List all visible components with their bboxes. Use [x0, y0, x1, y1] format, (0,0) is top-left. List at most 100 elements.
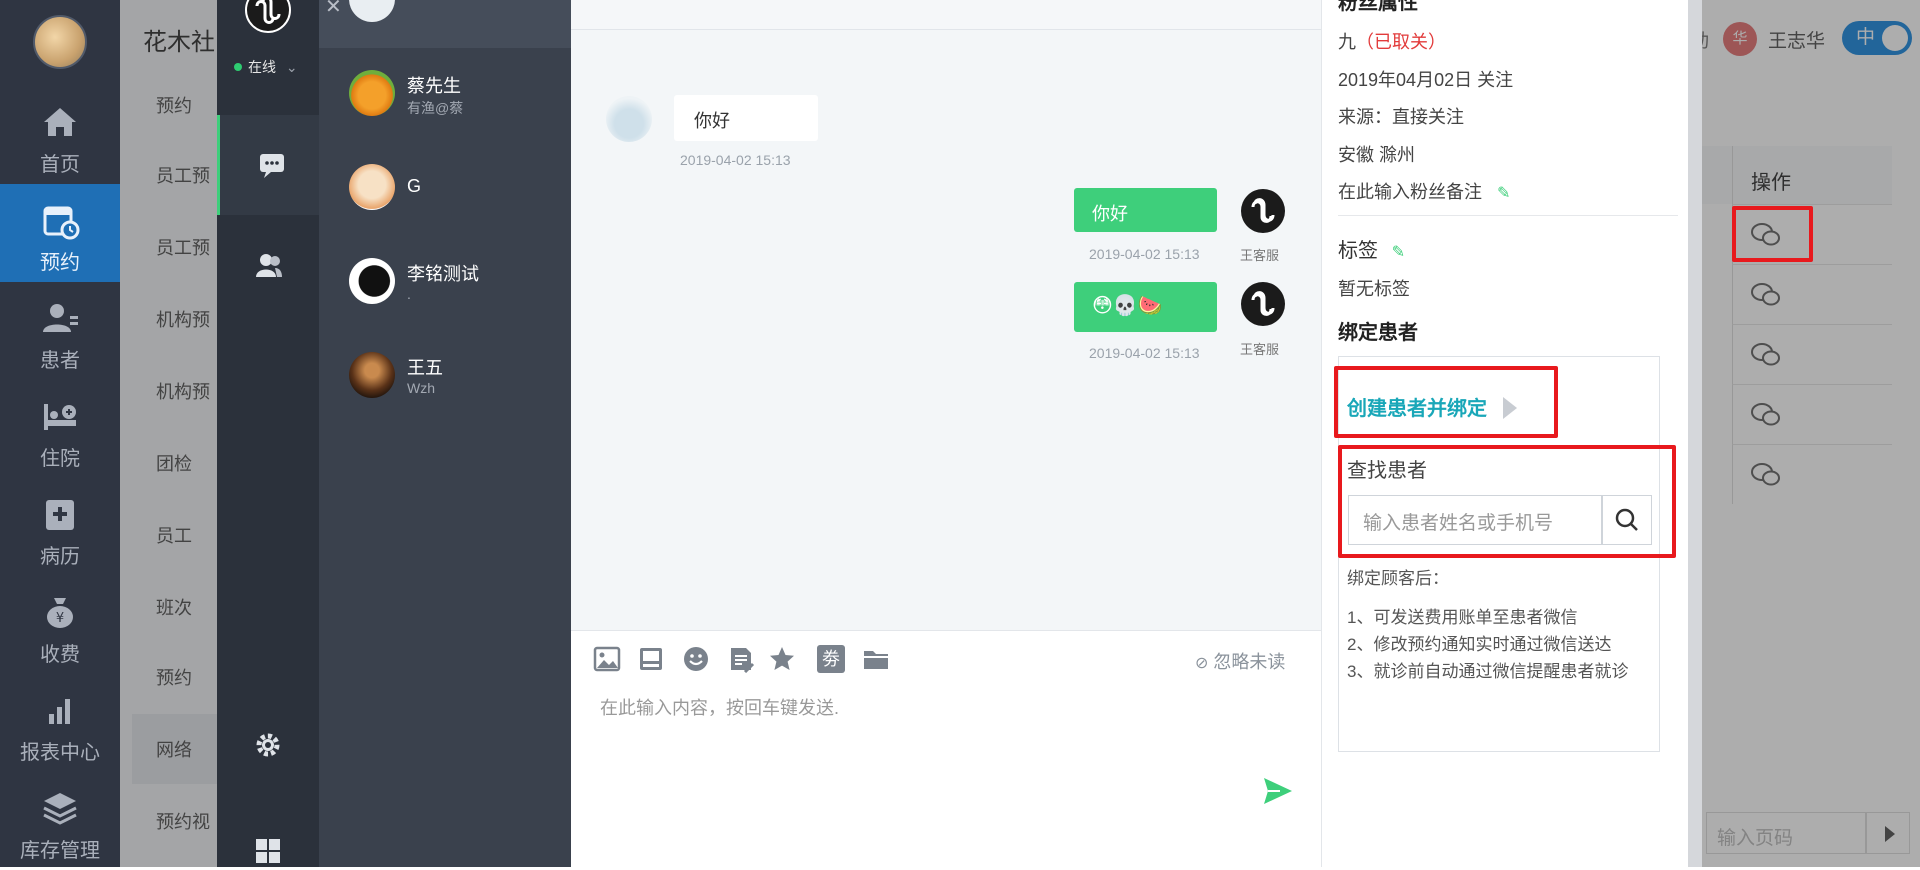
online-status[interactable]: 在线 ⌄ — [234, 57, 298, 77]
agent-name: 王客服 — [1240, 248, 1280, 263]
customer-avatar — [606, 96, 652, 142]
user-avatar[interactable] — [33, 15, 87, 69]
patient-icon — [43, 304, 78, 332]
contact-item[interactable]: 王五 Wzh — [319, 330, 571, 424]
chat-bubble-icon — [260, 154, 284, 178]
contacts-icon — [256, 254, 282, 277]
contact-name: 九 — [407, 0, 425, 4]
coupon-icon[interactable]: 劵 — [817, 645, 845, 673]
contact-item[interactable]: G — [319, 142, 571, 236]
send-icon[interactable] — [1262, 776, 1294, 806]
nav-item-appointment[interactable]: 预约 — [0, 184, 120, 282]
tags-row: 标签 ✎ — [1338, 234, 1405, 263]
svg-text:¥: ¥ — [56, 611, 64, 626]
gear-icon[interactable] — [254, 731, 282, 759]
emoji-icon[interactable] — [682, 645, 710, 673]
remark-input[interactable]: 在此输入粉丝备注 ✎ — [1338, 178, 1510, 204]
calendar-icon — [43, 206, 80, 240]
fan-name: 九 — [1338, 32, 1356, 52]
agent-avatar — [1241, 189, 1285, 233]
contact-name: 蔡先生 — [407, 76, 461, 96]
ignore-unread-label: 忽略未读 — [1213, 652, 1286, 672]
nav-label: 报表中心 — [20, 742, 100, 764]
grid-icon[interactable] — [254, 837, 282, 865]
nav-item-patients[interactable]: 患者 — [0, 282, 120, 380]
ignore-unread-button[interactable]: ⊘ 忽略未读 — [1195, 648, 1285, 674]
benefits-title: 绑定顾客后： — [1347, 569, 1449, 588]
remark-placeholder: 在此输入粉丝备注 — [1338, 182, 1482, 202]
edit-pencil-icon[interactable]: ✎ — [1497, 185, 1510, 202]
medical-record-icon — [46, 500, 74, 530]
nav-label: 患者 — [40, 350, 80, 372]
edit-pencil-icon[interactable]: ✎ — [1392, 244, 1405, 261]
rail-tab-contacts[interactable] — [217, 215, 319, 315]
nav-label: 预约 — [40, 252, 80, 274]
bind-title: 绑定患者 — [1338, 322, 1418, 344]
document-icon[interactable] — [727, 645, 755, 673]
benefit-item: 3、就诊前自动通过微信提醒患者就诊 — [1347, 662, 1629, 681]
avatar — [349, 0, 395, 22]
agent-name: 王客服 — [1240, 342, 1280, 357]
layers-icon — [43, 793, 77, 825]
chat-topbar — [571, 0, 1321, 30]
avatar — [349, 352, 395, 398]
card-icon[interactable] — [637, 645, 665, 673]
contact-name: 李铭测试 — [407, 264, 479, 284]
message-timestamp: 2019-04-02 15:13 — [1089, 345, 1200, 361]
message-bubble-outgoing: 😳💀🍉 — [1074, 282, 1217, 332]
scrollbar[interactable] — [1688, 0, 1702, 867]
contact-name: G — [407, 176, 422, 196]
contact-item[interactable]: 蔡先生 有渔@蔡 — [319, 48, 571, 142]
contact-subtitle: Wzh — [407, 380, 435, 396]
nav-label: 病历 — [40, 546, 80, 568]
online-label: 在线 — [248, 59, 276, 75]
nav-label: 收费 — [40, 644, 80, 666]
online-dot — [234, 63, 242, 71]
nav-label: 住院 — [40, 448, 80, 470]
benefit-item: 1、可发送费用账单至患者微信 — [1347, 608, 1578, 627]
agent-avatar — [1241, 282, 1285, 326]
nav-item-reports[interactable]: 报表中心 — [0, 674, 120, 772]
nav-item-records[interactable]: 病历 — [0, 478, 120, 576]
contact-subtitle: 有渔@蔡 — [407, 100, 464, 116]
brand-logo-icon — [245, 0, 291, 33]
avatar — [349, 164, 395, 210]
message-input[interactable]: 在此输入内容，按回车键发送. — [600, 694, 839, 720]
star-icon[interactable] — [768, 645, 796, 673]
avatar — [349, 258, 395, 304]
section-title: 粉丝属性 — [1338, 0, 1418, 14]
folder-icon[interactable] — [862, 645, 890, 673]
chevron-down-icon: ⌄ — [285, 59, 298, 75]
message-bubble-outgoing: 你好 — [1074, 188, 1217, 232]
contact-subtitle: . — [407, 286, 411, 302]
nav-item-billing[interactable]: ¥ 收费 — [0, 576, 120, 674]
fan-name-line: 九（已取关） — [1338, 28, 1446, 54]
message-timestamp: 2019-04-02 15:13 — [680, 152, 791, 168]
nav-label: 库存管理 — [20, 840, 100, 862]
image-icon[interactable] — [593, 645, 621, 673]
close-icon[interactable]: ✕ — [325, 0, 342, 19]
rail-tab-chat[interactable] — [217, 115, 319, 215]
nav-item-inpatient[interactable]: 住院 — [0, 380, 120, 478]
contact-name: 王五 — [407, 358, 443, 378]
follow-date: 2019年04月02日 关注 — [1338, 70, 1514, 90]
message-timestamp: 2019-04-02 15:13 — [1089, 246, 1200, 262]
source: 来源：直接关注 — [1338, 107, 1464, 127]
contact-item[interactable]: 九 — [319, 0, 571, 48]
nav-item-inventory[interactable]: 库存管理 — [0, 772, 120, 870]
bed-icon — [44, 404, 76, 430]
tags-value: 暂无标签 — [1338, 279, 1410, 299]
highlight-box-wechat — [1732, 206, 1813, 262]
nav-item-home[interactable]: 首页 — [0, 86, 120, 184]
contact-item[interactable]: 李铭测试 . — [319, 236, 571, 330]
avatar — [349, 70, 395, 116]
nav-label: 首页 — [40, 154, 80, 176]
highlight-box-search — [1338, 445, 1676, 558]
message-bubble-incoming: 你好 — [674, 95, 818, 141]
divider — [1338, 215, 1678, 216]
tags-label: 标签 — [1338, 240, 1378, 262]
highlight-box-create — [1334, 366, 1558, 438]
home-icon — [44, 108, 76, 136]
money-bag-icon: ¥ — [47, 598, 73, 628]
fan-status: （已取关） — [1356, 32, 1446, 52]
